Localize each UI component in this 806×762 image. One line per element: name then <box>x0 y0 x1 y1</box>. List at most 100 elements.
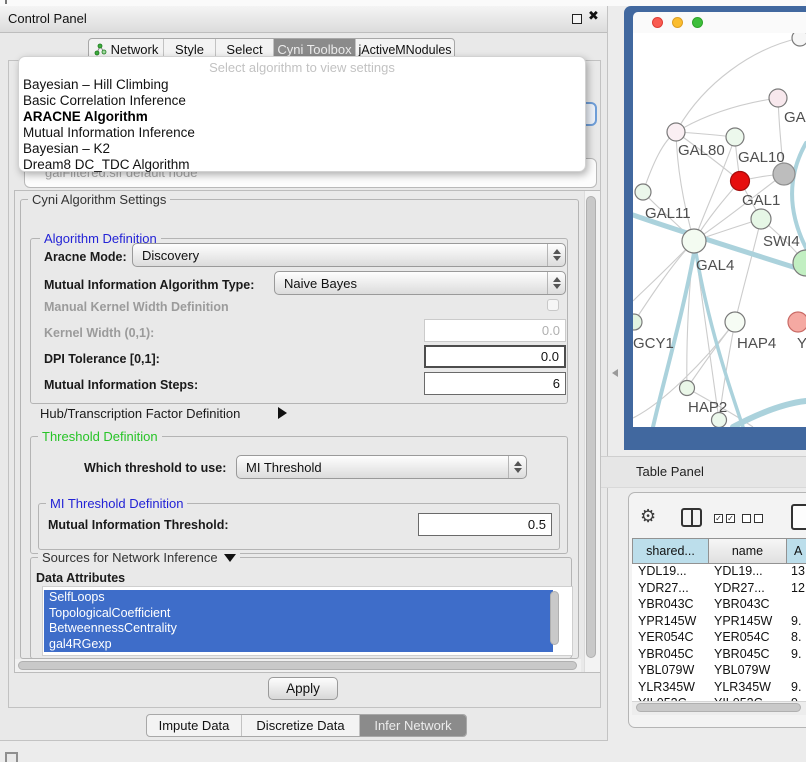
table-row[interactable]: YBR043CYBR043C <box>632 597 806 614</box>
column-header-name[interactable]: name <box>708 538 787 564</box>
cell: YER054C <box>709 630 787 647</box>
algorithm-option[interactable]: Basic Correlation Inference <box>23 93 186 108</box>
network-canvas[interactable]: GAL GAL80 GAL10 GAL1 GAL11 SWI4 GAL4 GCY… <box>633 33 806 427</box>
algorithm-option[interactable]: Dream8 DC_TDC Algorithm <box>23 157 190 172</box>
network-view-window: GAL GAL80 GAL10 GAL1 GAL11 SWI4 GAL4 GCY… <box>624 6 806 450</box>
node-gal1[interactable] <box>751 209 771 229</box>
node-gal4[interactable] <box>682 229 706 253</box>
node-gray[interactable] <box>773 163 795 185</box>
table-settings-gear-icon[interactable]: ⚙ <box>640 506 656 527</box>
node-hap4[interactable] <box>725 312 745 332</box>
node-salmon[interactable] <box>788 312 806 332</box>
column-header-shared-name[interactable]: shared... <box>632 538 709 564</box>
deselect-all-columns-icon[interactable] <box>742 514 751 523</box>
list-item-selected[interactable]: BetweennessCentrality <box>44 621 553 637</box>
node-gal-partial[interactable] <box>769 89 787 107</box>
cell: YPR145W <box>709 614 787 631</box>
node-gal10[interactable] <box>726 128 744 146</box>
algorithm-option-selected[interactable]: ARACNE Algorithm <box>23 109 148 124</box>
collapse-down-icon[interactable] <box>224 554 236 562</box>
data-attributes-label: Data Attributes <box>36 571 125 585</box>
network-window-titlebar[interactable] <box>633 12 806 33</box>
column-header-partial[interactable]: A <box>786 538 806 564</box>
cyni-algorithm-settings-title: Cyni Algorithm Settings <box>28 192 170 207</box>
sources-group-title[interactable]: Sources for Network Inference <box>38 550 240 565</box>
tab-jactivemnodules-label: jActiveMNodules <box>358 43 451 57</box>
data-attributes-list[interactable]: SelfLoops TopologicalCoefficient Between… <box>42 586 573 656</box>
table-panel-title: Table Panel <box>636 456 704 488</box>
aracne-mode-combobox[interactable]: Discovery <box>132 243 566 267</box>
node-gal80[interactable] <box>667 123 685 141</box>
table-row[interactable]: YBL079WYBL079W <box>632 663 806 680</box>
table-row[interactable]: YDR27...YDR27...12 <box>632 581 806 598</box>
table-row[interactable]: YER054CYER054C8. <box>632 630 806 647</box>
stepper-icon <box>547 244 565 266</box>
algorithm-option[interactable]: Bayesian – K2 <box>23 141 110 156</box>
close-panel-icon[interactable]: ✖ <box>588 9 599 24</box>
close-window-icon[interactable] <box>652 17 663 28</box>
table-row[interactable]: YDL19...YDL19...13 <box>632 564 806 581</box>
mi-algorithm-type-combobox[interactable]: Naive Bayes <box>274 271 566 295</box>
network-nodes <box>633 33 806 427</box>
cell: YDL19... <box>632 564 709 581</box>
mi-threshold-field[interactable]: 0.5 <box>418 513 552 536</box>
select-all-columns-icon-2[interactable]: ✓ <box>726 514 735 523</box>
cell: YDR27... <box>632 581 709 598</box>
cell: YLR345W <box>632 680 709 697</box>
split-columns-icon[interactable] <box>681 508 702 527</box>
minimize-window-icon[interactable] <box>672 17 683 28</box>
mi-steps-field[interactable]: 6 <box>424 372 566 395</box>
table-row[interactable]: YLR345WYLR345W9. <box>632 680 806 697</box>
expand-right-icon[interactable] <box>278 407 287 419</box>
hub-definition-toggle[interactable]: Hub/Transcription Factor Definition <box>40 406 240 421</box>
control-panel-titlebar <box>0 6 607 33</box>
tab-impute-data-label: Impute Data <box>159 718 230 733</box>
apply-button[interactable]: Apply <box>268 677 338 700</box>
control-panel-title: Control Panel <box>8 6 87 32</box>
kernel-width-field[interactable]: 0.0 <box>424 319 566 342</box>
cell: YLR345W <box>709 680 787 697</box>
node-label: GAL11 <box>645 205 691 222</box>
hub-definition-label: Hub/Transcription Factor Definition <box>40 406 240 421</box>
which-threshold-combobox[interactable]: MI Threshold <box>236 455 527 479</box>
algorithm-option[interactable]: Mutual Information Inference <box>23 125 195 140</box>
tab-discretize-data[interactable]: Discretize Data <box>241 715 359 736</box>
node-unlabeled-top[interactable] <box>792 33 806 46</box>
minimized-panel-icon[interactable] <box>5 752 18 762</box>
list-item-selected[interactable]: SelfLoops <box>44 590 553 606</box>
float-panel-icon[interactable] <box>572 14 582 24</box>
zoom-window-icon[interactable] <box>692 17 703 28</box>
node-label: SWI4 <box>763 233 800 250</box>
deselect-all-columns-icon-2[interactable] <box>754 514 763 523</box>
cell: 9. <box>787 647 806 664</box>
table-row[interactable]: YBR045CYBR045C9. <box>632 647 806 664</box>
table-row[interactable]: YPR145WYPR145W9. <box>632 614 806 631</box>
node-selected-red[interactable] <box>731 172 750 191</box>
apply-button-label: Apply <box>286 681 320 696</box>
node-gcy1[interactable] <box>633 314 642 330</box>
algorithm-option[interactable]: Bayesian – Hill Climbing <box>23 77 169 92</box>
node-hap2[interactable] <box>680 381 695 396</box>
table-hscrollbar[interactable] <box>636 703 801 712</box>
list-vertical-scrollbar[interactable] <box>550 591 559 645</box>
node-swi4[interactable] <box>793 250 806 276</box>
splitpane-collapse-icon[interactable] <box>612 369 618 377</box>
list-item-selected[interactable]: gal4RGexp <box>44 637 553 653</box>
stepper-icon <box>508 456 526 478</box>
node-label: GAL10 <box>738 149 785 166</box>
node-gal11[interactable] <box>635 184 651 200</box>
dpi-tolerance-field[interactable]: 0.0 <box>424 345 566 368</box>
mi-algorithm-type-label: Mutual Information Algorithm Type: <box>44 278 254 292</box>
cell: YDR27... <box>709 581 787 598</box>
new-table-icon[interactable] <box>791 504 806 530</box>
settings-vscrollbar[interactable] <box>586 196 596 658</box>
manual-kernel-width-checkbox[interactable] <box>547 299 559 311</box>
tab-impute-data[interactable]: Impute Data <box>147 715 241 736</box>
stepper-icon <box>547 272 565 294</box>
select-all-columns-icon[interactable]: ✓ <box>714 514 723 523</box>
tab-style-label: Style <box>175 42 204 57</box>
tab-infer-network[interactable]: Infer Network <box>359 715 466 736</box>
cell: YBR045C <box>709 647 787 664</box>
list-item-selected[interactable]: TopologicalCoefficient <box>44 606 553 622</box>
settings-hscrollbar[interactable] <box>18 661 577 670</box>
